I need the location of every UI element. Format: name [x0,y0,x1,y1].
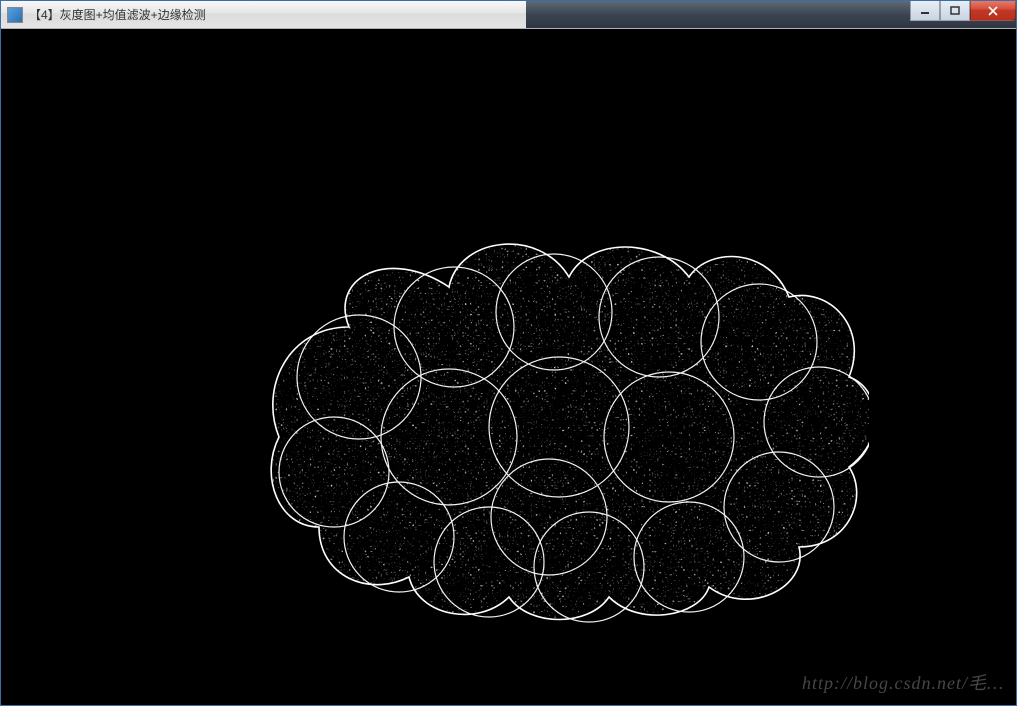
app-window: 【4】灰度图+均值滤波+边缘检测 [0,0,1017,706]
maximize-icon [950,6,960,16]
app-icon [7,7,23,23]
window-title: 【4】灰度图+均值滤波+边缘检测 [29,6,206,23]
window-controls [910,1,1016,21]
image-viewport: http://blog.csdn.net/毛… [1,29,1016,705]
minimize-icon [920,6,930,16]
watermark-text: http://blog.csdn.net/毛… [802,669,1004,695]
minimize-button[interactable] [910,1,940,21]
close-button[interactable] [970,1,1016,21]
edge-detection-output [149,127,869,627]
titlebar[interactable]: 【4】灰度图+均值滤波+边缘检测 [1,1,1016,29]
maximize-button[interactable] [940,1,970,21]
close-icon [988,6,998,16]
